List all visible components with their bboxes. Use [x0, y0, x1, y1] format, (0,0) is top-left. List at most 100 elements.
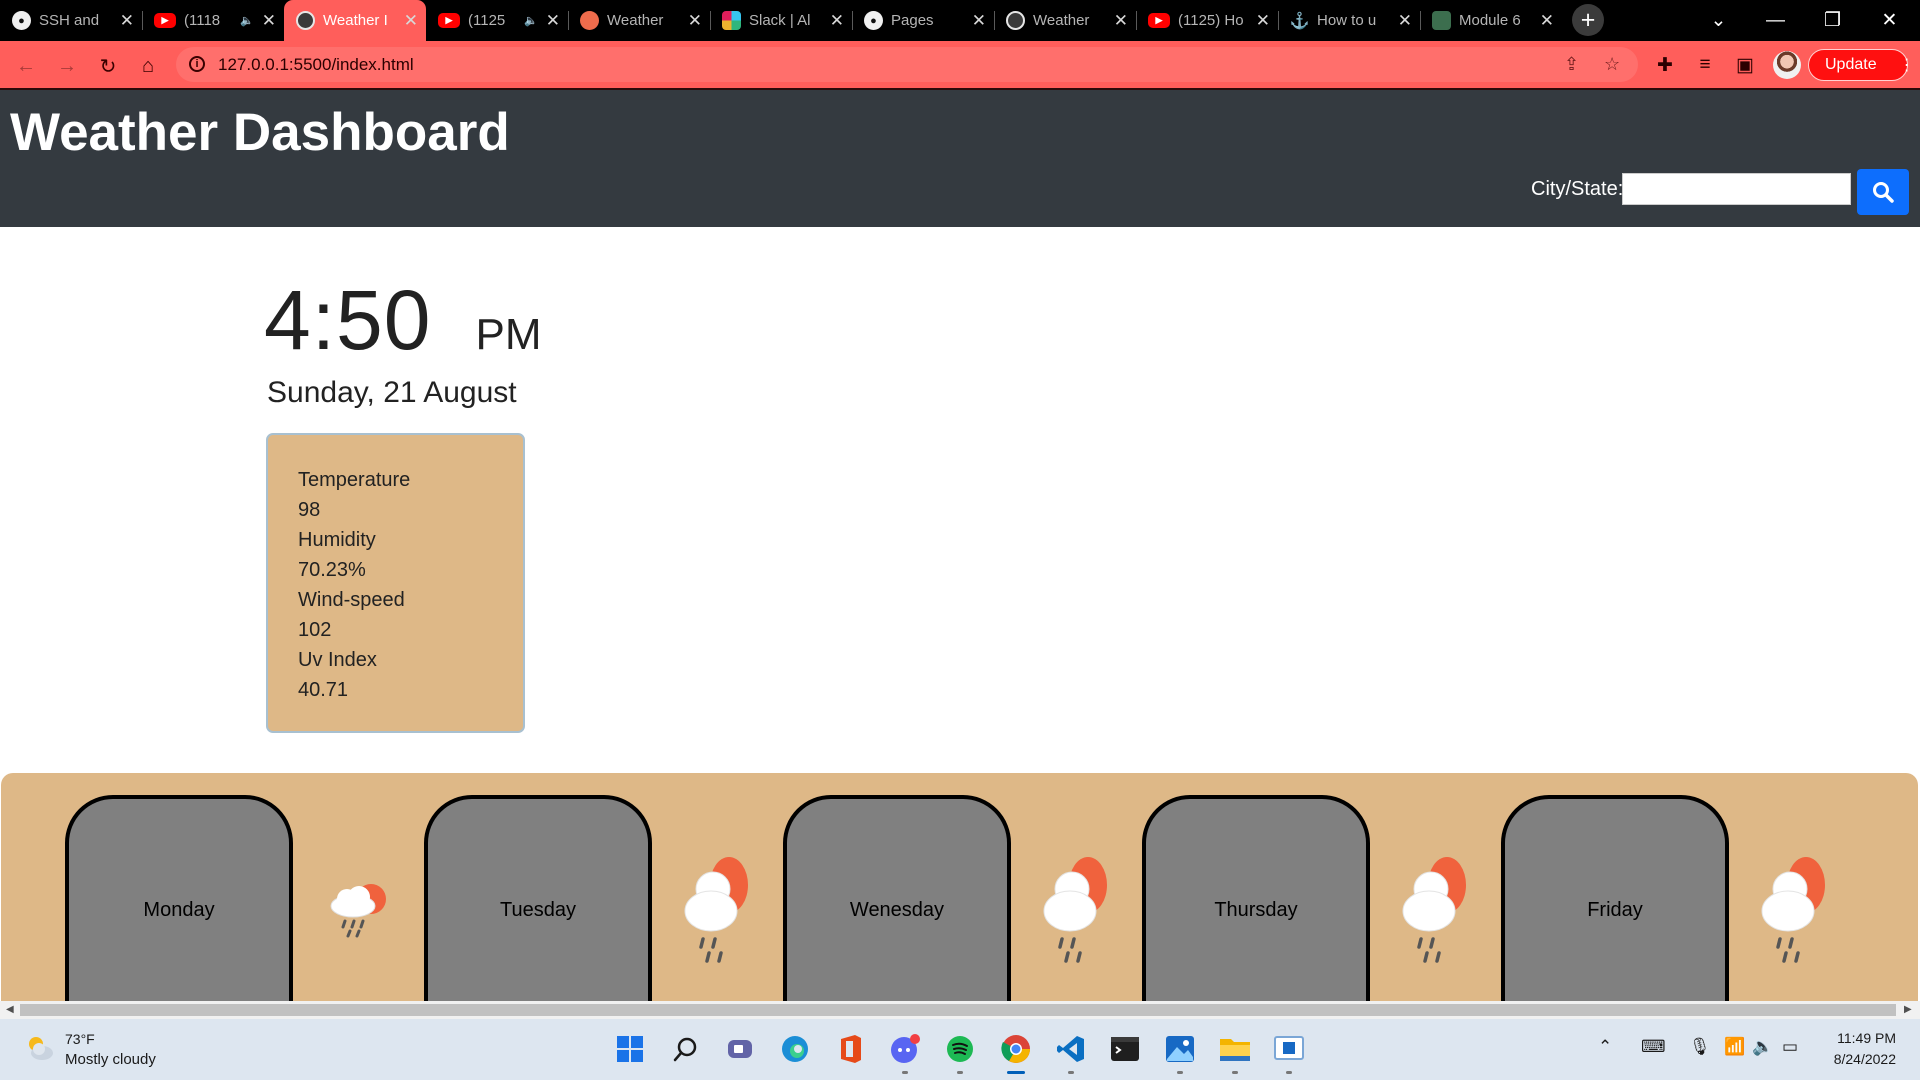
youtube-icon: ▶	[154, 13, 176, 28]
window-close-icon[interactable]: ✕	[1861, 0, 1918, 41]
taskbar-temperature[interactable]: 73°F	[65, 1031, 95, 1047]
browser-tab[interactable]: ▶ (1125) Ho ✕	[1136, 0, 1278, 41]
forecast-day-label: Friday	[1587, 899, 1643, 921]
keyboard-icon[interactable]: ⌨	[1641, 1037, 1666, 1057]
update-button[interactable]: Update ⋮	[1808, 49, 1915, 81]
windows-start-icon[interactable]	[612, 1031, 648, 1067]
github-icon: ●	[12, 11, 31, 30]
photos-icon[interactable]	[1162, 1031, 1198, 1067]
wind-speed-label: Wind-speed	[298, 589, 405, 611]
tab-title: How to u	[1317, 12, 1377, 29]
browser-tab[interactable]: Module 6 ✕	[1420, 0, 1562, 41]
scrollbar-thumb[interactable]	[20, 1004, 1896, 1016]
minimize-icon[interactable]: —	[1747, 0, 1804, 41]
browser-tab[interactable]: ▶ (1125 🔈 ✕	[426, 0, 568, 41]
restore-icon[interactable]: ❐	[1804, 0, 1861, 41]
close-icon[interactable]: ✕	[546, 12, 560, 29]
browser-tab[interactable]: Weather ✕	[994, 0, 1136, 41]
tab-title: Slack | Al	[749, 12, 811, 29]
back-arrow-icon[interactable]: ←	[12, 52, 40, 80]
forward-arrow-icon[interactable]: →	[53, 52, 81, 80]
bookmark-star-icon[interactable]: ☆	[1604, 54, 1620, 75]
close-icon[interactable]: ✕	[830, 12, 844, 29]
remote-desktop-icon[interactable]	[1271, 1031, 1307, 1067]
tab-title: (1118	[184, 12, 221, 29]
close-icon[interactable]: ✕	[1256, 12, 1270, 29]
site-info-icon[interactable]: i	[189, 56, 205, 72]
scroll-right-icon[interactable]: ▶	[1904, 1004, 1912, 1015]
partly-cloudy-icon[interactable]	[24, 1034, 54, 1062]
forecast-day-label: Wenesday	[849, 899, 945, 921]
browser-tab[interactable]: ● Pages ✕	[852, 0, 994, 41]
search-icon[interactable]	[668, 1031, 704, 1067]
temperature-value: 98	[298, 499, 321, 521]
search-button[interactable]	[1857, 169, 1909, 215]
vscode-icon[interactable]	[1053, 1031, 1089, 1067]
forecast-day-label: Thursday	[1214, 899, 1298, 921]
terminal-icon[interactable]	[1107, 1031, 1143, 1067]
browser-tab[interactable]: Slack | Al ✕	[710, 0, 852, 41]
close-icon[interactable]: ✕	[262, 12, 276, 29]
search-label: City/State:	[1531, 178, 1624, 200]
browser-tab[interactable]: ● SSH and ✕	[0, 0, 142, 41]
forecast-day-card: Wenesday	[783, 795, 1011, 1001]
home-icon[interactable]: ⌂	[134, 52, 162, 80]
temperature-label: Temperature	[298, 469, 411, 491]
current-time: 4:50 PM	[264, 272, 542, 369]
office-icon[interactable]	[832, 1031, 868, 1067]
running-indicator	[957, 1071, 963, 1074]
close-icon[interactable]: ✕	[972, 12, 986, 29]
cloud-rain-sun-icon	[1761, 857, 1825, 963]
browser-tab-active[interactable]: Weather I ✕	[284, 0, 426, 41]
browser-tab[interactable]: ⚓ How to u ✕	[1278, 0, 1420, 41]
browser-tab[interactable]: Weather ✕	[568, 0, 710, 41]
battery-icon[interactable]: ▭	[1782, 1037, 1798, 1057]
microphone-icon[interactable]: 🎙	[1689, 1037, 1711, 1057]
forecast-day-card: Monday	[65, 795, 293, 1001]
wifi-icon[interactable]: 📶	[1724, 1037, 1745, 1057]
taskbar-time[interactable]: 11:49 PM	[1820, 1030, 1896, 1046]
close-icon[interactable]: ✕	[1114, 12, 1128, 29]
page-title: Weather Dashboard	[10, 103, 510, 162]
running-indicator	[1177, 1071, 1183, 1074]
profile-avatar[interactable]	[1773, 51, 1801, 79]
youtube-icon: ▶	[1148, 13, 1170, 28]
teams-chat-icon[interactable]	[722, 1031, 758, 1067]
chevron-up-icon[interactable]: ⌃	[1598, 1037, 1612, 1057]
anchor-icon: ⚓	[1289, 12, 1310, 30]
horizontal-scrollbar[interactable]: ◀ ▶	[0, 1001, 1920, 1019]
uv-index-label: Uv Index	[298, 649, 377, 671]
new-tab-button[interactable]: +	[1572, 4, 1604, 36]
discord-icon[interactable]	[887, 1031, 923, 1067]
city-search-input[interactable]	[1622, 173, 1851, 205]
file-explorer-icon[interactable]	[1217, 1031, 1253, 1067]
taskbar-date[interactable]: 8/24/2022	[1810, 1051, 1896, 1067]
side-panel-icon[interactable]: ▣	[1733, 53, 1757, 77]
edge-icon[interactable]	[777, 1031, 813, 1067]
reload-icon[interactable]: ↻	[94, 52, 122, 80]
tab-strip: ● SSH and ✕ ▶ (1118 🔈 ✕ Weather I ✕ ▶ (1…	[0, 0, 1920, 41]
spotify-icon[interactable]	[942, 1031, 978, 1067]
uv-index-value: 40.71	[298, 679, 349, 701]
tab-search-icon[interactable]: ⌄	[1690, 0, 1747, 41]
forecast-strip: Monday Tuesday Wenesday Thursday Friday	[1, 773, 1918, 1001]
close-icon[interactable]: ✕	[688, 12, 702, 29]
chrome-icon[interactable]	[998, 1031, 1034, 1067]
taskbar-weather-condition[interactable]: Mostly cloudy	[65, 1051, 156, 1068]
scroll-left-icon[interactable]: ◀	[6, 1004, 14, 1015]
reading-list-icon[interactable]: ≡	[1693, 53, 1717, 77]
close-icon[interactable]: ✕	[1398, 12, 1412, 29]
volume-icon[interactable]: 🔈	[1752, 1037, 1773, 1057]
forecast-day-card: Thursday	[1142, 795, 1370, 1001]
close-icon[interactable]: ✕	[404, 12, 418, 29]
extensions-icon[interactable]: ✚	[1653, 53, 1677, 77]
speaker-icon[interactable]: 🔈	[524, 14, 538, 27]
share-icon[interactable]: ⇪	[1564, 54, 1579, 75]
tab-title: Weather	[607, 12, 664, 29]
speaker-icon[interactable]: 🔈	[240, 14, 254, 27]
close-icon[interactable]: ✕	[120, 12, 134, 29]
address-bar[interactable]: i 127.0.0.1:5500/index.html ⇪ ☆	[176, 47, 1638, 82]
browser-tab[interactable]: ▶ (1118 🔈 ✕	[142, 0, 284, 41]
running-indicator	[1068, 1071, 1074, 1074]
close-icon[interactable]: ✕	[1540, 12, 1554, 29]
